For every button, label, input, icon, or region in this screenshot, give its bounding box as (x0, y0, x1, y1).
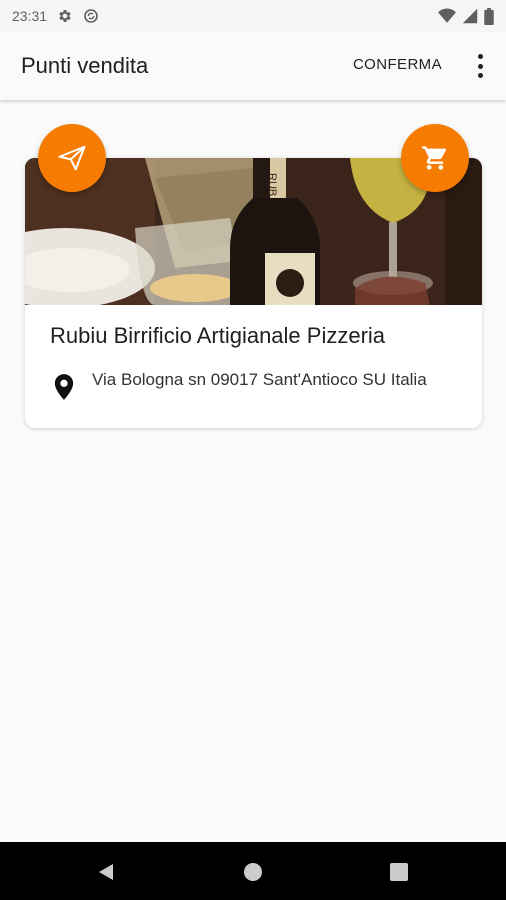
home-nav-icon[interactable] (243, 862, 263, 882)
battery-icon (484, 7, 494, 25)
location-pin-icon (54, 374, 74, 400)
store-card[interactable]: RUB Rubiu Birrificio Artigianale Pizzeri… (25, 158, 482, 428)
store-address: Via Bologna sn 09017 Sant'Antioco SU Ita… (92, 370, 427, 389)
recents-nav-icon[interactable] (389, 862, 409, 882)
sync-icon (84, 9, 98, 23)
bottle-label-text: RUB (266, 173, 278, 196)
wifi-icon (438, 8, 456, 23)
settings-icon (59, 10, 71, 22)
send-button[interactable] (38, 124, 106, 192)
cart-button[interactable] (401, 124, 469, 192)
navigation-bar (0, 842, 506, 900)
more-vert-icon[interactable] (472, 52, 488, 80)
cart-icon (422, 146, 447, 170)
page-title: Punti vendita (21, 53, 149, 78)
status-time: 23:31 (12, 8, 48, 24)
status-bar: 23:31 (0, 0, 506, 32)
confirm-button[interactable]: CONFERMA (353, 56, 442, 73)
store-name: Rubiu Birrificio Artigianale Pizzeria (50, 323, 386, 348)
signal-icon (462, 8, 478, 24)
app-bar: Punti vendita CONFERMA (0, 32, 506, 100)
back-nav-icon[interactable] (96, 862, 116, 882)
send-icon (58, 145, 86, 171)
